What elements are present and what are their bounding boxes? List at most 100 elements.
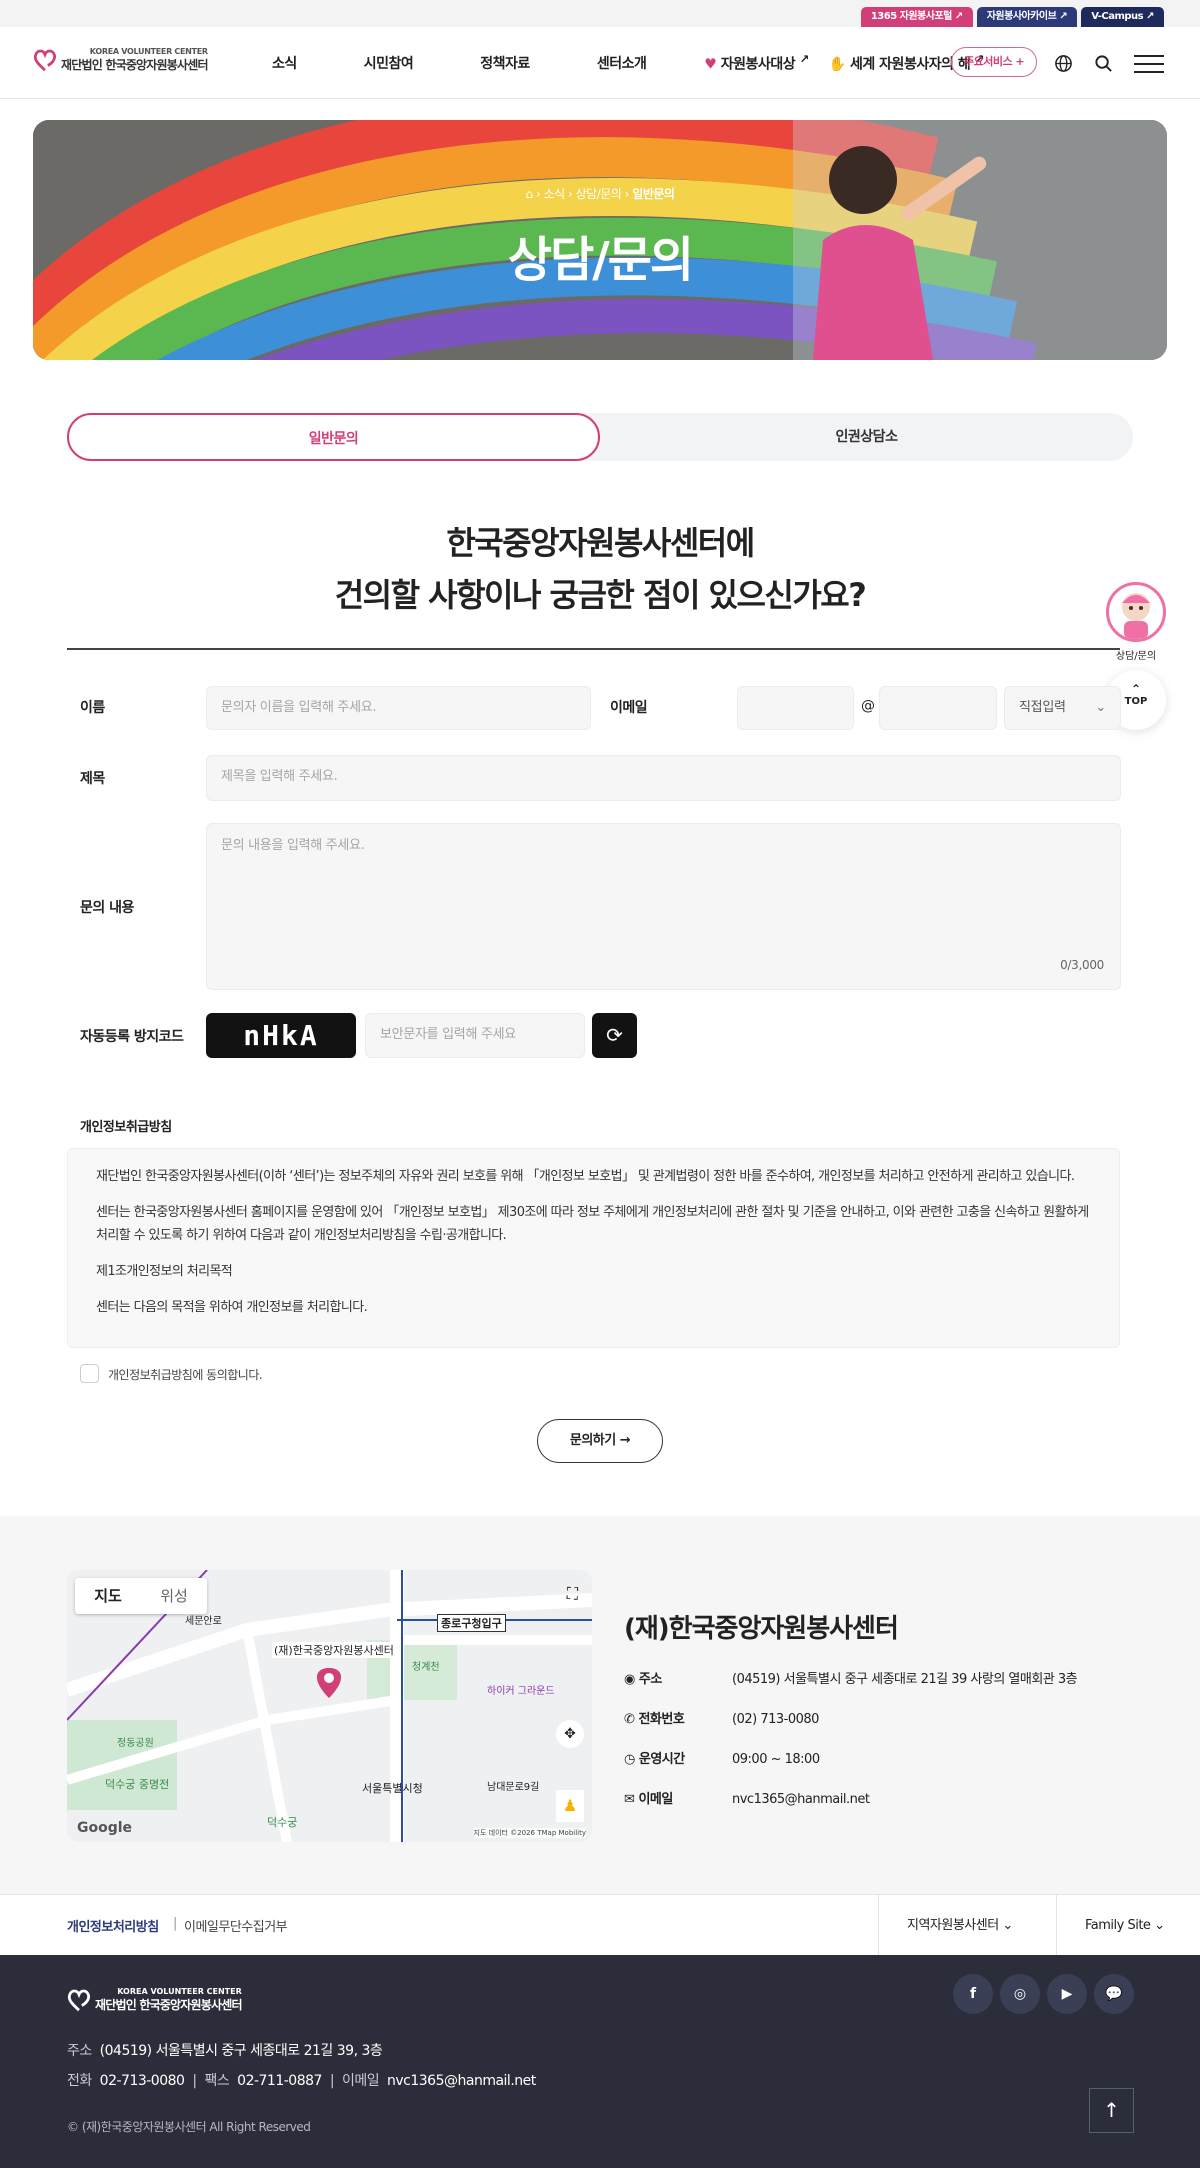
map-label: 덕수궁 중명전 xyxy=(105,1778,170,1791)
mascot-icon xyxy=(1122,593,1150,639)
email-domain-input[interactable] xyxy=(879,686,997,730)
hand-icon: ✋ xyxy=(828,56,846,73)
vcampus-link[interactable]: V-Campus ↗ xyxy=(1081,7,1164,27)
map-label: 종로구청입구 xyxy=(437,1614,506,1632)
divider: | xyxy=(173,1916,178,1931)
globe-icon[interactable] xyxy=(1054,54,1073,73)
breadcrumb: ⌂ › 소식 › 상담/문의 › 일반문의 xyxy=(525,187,675,201)
home-icon[interactable]: ⌂ xyxy=(526,187,534,201)
at-sign: @ xyxy=(861,698,875,714)
captcha-refresh-button[interactable]: ⟳ xyxy=(592,1013,637,1058)
page-headline: 한국중앙자원봉사센터에 건의할 사항이나 궁금한 점이 있으신가요? xyxy=(334,524,867,614)
map-embed[interactable]: 지도 위성 ⛶ (재)한국중앙자원봉사센터 세문안로 종로구청입구 청계천 하이… xyxy=(67,1570,592,1842)
crumb-current: 일반문의 xyxy=(632,187,675,201)
nav-news[interactable]: 소식 xyxy=(272,53,297,73)
search-icon[interactable] xyxy=(1094,54,1113,73)
chevron-down-icon: ⌄ xyxy=(1095,700,1106,715)
map-label-center: (재)한국중앙자원봉사센터 xyxy=(272,1642,396,1658)
subject-label: 제목 xyxy=(80,771,105,787)
nav-participation[interactable]: 시민참여 xyxy=(364,53,414,73)
map-tab-map[interactable]: 지도 xyxy=(75,1578,141,1614)
char-counter: 0/3,000 xyxy=(1060,958,1104,972)
nav-about[interactable]: 센터소개 xyxy=(597,53,647,73)
google-logo: Google xyxy=(77,1820,133,1836)
privacy-title: 개인정보취급방침 xyxy=(80,1120,172,1135)
map-type-toggle: 지도 위성 xyxy=(75,1578,207,1614)
info-phone: ✆ 전화번호 (02) 713-0080 xyxy=(624,1712,819,1727)
crumb-news[interactable]: 소식 xyxy=(544,187,566,201)
nav-policy[interactable]: 정책자료 xyxy=(480,53,530,73)
heart-logo-icon xyxy=(67,1989,91,2012)
footer-noemail-link[interactable]: 이메일무단수집거부 xyxy=(184,1916,288,1935)
privacy-paragraph: 재단법인 한국중앙자원봉사센터(이하 ‘센터’)는 정보주체의 자유와 권리 보… xyxy=(96,1169,1075,1184)
logo-ko: 재단법인 한국중앙자원봉사센터 xyxy=(61,58,209,72)
pegman-icon[interactable]: ♟ xyxy=(556,1790,584,1822)
nav-award[interactable]: ♥ 자원봉사대상 ↗ xyxy=(704,52,809,74)
instagram-icon[interactable]: ◎ xyxy=(1000,1974,1040,2014)
captcha-label: 자동등록 방지코드 xyxy=(80,1029,184,1045)
heart-icon: ♥ xyxy=(704,56,717,73)
name-input[interactable]: 문의자 이름을 입력해 주세요. xyxy=(206,686,591,730)
footer-links-bar: 개인정보처리방침 | 이메일무단수집거부 지역자원봉사센터 ⌄ Family S… xyxy=(0,1894,1200,1956)
footer-privacy-link[interactable]: 개인정보처리방침 xyxy=(67,1916,159,1935)
site-footer: KOREA VOLUNTEER CENTER 재단법인 한국중앙자원봉사센터 f… xyxy=(0,1955,1200,2168)
map-tab-satellite[interactable]: 위성 xyxy=(141,1578,207,1614)
family-site-select[interactable]: Family Site ⌄ xyxy=(1056,1895,1200,1956)
email-domain-select[interactable]: 직접입력 ⌄ xyxy=(1004,686,1121,730)
email-id-input[interactable] xyxy=(737,686,854,730)
map-credit: 지도 데이터 ©2026 TMap Mobility xyxy=(473,1828,586,1838)
page-title: 상담/문의 xyxy=(507,232,694,288)
info-email: ✉ 이메일 nvc1365@hanmail.net xyxy=(624,1792,870,1807)
footer-contact: 전화 02-713-0080 | 팩스 02-711-0887 | 이메일 nv… xyxy=(67,2073,536,2089)
fullscreen-icon[interactable]: ⛶ xyxy=(567,1584,578,1604)
blog-icon[interactable]: 💬 xyxy=(1094,1974,1134,2014)
email-label: 이메일 xyxy=(610,700,648,716)
privacy-agree-checkbox[interactable] xyxy=(80,1364,99,1383)
privacy-agree-label[interactable]: 개인정보취급방침에 동의합니다. xyxy=(108,1366,263,1383)
footer-logo: KOREA VOLUNTEER CENTER 재단법인 한국중앙자원봉사센터 xyxy=(67,1987,243,2013)
regional-center-select[interactable]: 지역자원봉사센터 ⌄ xyxy=(878,1895,1056,1956)
map-move-icon[interactable]: ✥ xyxy=(556,1720,584,1748)
phone-icon: ✆ xyxy=(624,1712,635,1727)
portal-1365-link[interactable]: 1365 자원봉사포털 ↗ xyxy=(860,7,973,27)
center-name: (재)한국중앙자원봉사센터 xyxy=(624,1614,899,1644)
map-label: 청계천 xyxy=(412,1662,440,1673)
consult-float-label: 상담/문의 xyxy=(1115,651,1157,662)
name-label: 이름 xyxy=(80,700,105,716)
facebook-icon[interactable]: f xyxy=(953,1974,993,2014)
privacy-paragraph: 센터는 다음의 목적을 위하여 개인정보를 처리합니다. xyxy=(96,1300,368,1315)
content-textarea[interactable]: 문의 내용을 입력해 주세요. 0/3,000 xyxy=(206,823,1121,990)
divider xyxy=(67,648,1120,650)
map-label: 세문안로 xyxy=(185,1616,222,1627)
menu-icon[interactable] xyxy=(1134,55,1164,73)
captcha-input[interactable]: 보안문자를 입력해 주세요 xyxy=(365,1013,585,1058)
logo-en: KOREA VOLUNTEER CENTER xyxy=(89,47,208,56)
privacy-paragraph: 센터는 한국중앙자원봉사센터 홈페이지를 운영함에 있어 「개인정보 보호법」 … xyxy=(96,1205,1089,1243)
chevron-down-icon: ⌄ xyxy=(1154,1918,1165,1933)
pin-icon: ◉ xyxy=(624,1672,635,1687)
main-service-button[interactable]: 주요서비스 + xyxy=(951,47,1038,77)
refresh-icon: ⟳ xyxy=(606,1023,623,1047)
tab-general-inquiry[interactable]: 일반문의 xyxy=(67,413,600,461)
info-hours: ◷ 운영시간 09:00 ~ 18:00 xyxy=(624,1752,820,1767)
site-logo[interactable]: KOREA VOLUNTEER CENTER 재단법인 한국중앙자원봉사센터 xyxy=(33,47,209,73)
map-label: 서울특별시청 xyxy=(362,1782,423,1795)
submit-inquiry-button[interactable]: 문의하기 → xyxy=(537,1419,663,1463)
site-header: KOREA VOLUNTEER CENTER 재단법인 한국중앙자원봉사센터 소… xyxy=(0,27,1200,99)
tab-human-rights[interactable]: 인권상담소 xyxy=(600,413,1133,461)
utility-bar: 1365 자원봉사포털 ↗ 자원봉사아카이브 ↗ V-Campus ↗ xyxy=(0,0,1200,27)
map-label: 정동공원 xyxy=(117,1738,154,1749)
archive-link[interactable]: 자원봉사아카이브 ↗ xyxy=(976,7,1078,27)
inquiry-tabs: 일반문의 인권상담소 xyxy=(67,413,1133,461)
footer-address: 주소 (04519) 서울특별시 중구 세종대로 21길 39, 3층 xyxy=(67,2043,383,2059)
crumb-consult[interactable]: 상담/문의 xyxy=(576,187,622,201)
privacy-policy-box[interactable]: 재단법인 한국중앙자원봉사센터(이하 ‘센터’)는 정보주체의 자유와 권리 보… xyxy=(67,1148,1120,1348)
subject-input[interactable]: 제목을 입력해 주세요. xyxy=(206,755,1121,801)
privacy-paragraph: 제1조개인정보의 처리목적 xyxy=(96,1264,233,1279)
scroll-top-button[interactable]: ↑ xyxy=(1089,2088,1134,2133)
map-label: 하이커 그라운드 xyxy=(487,1686,555,1697)
consult-float-button[interactable] xyxy=(1106,582,1166,642)
footer-copyright: © (재)한국중앙자원봉사센터 All Right Reserved xyxy=(67,2120,311,2134)
youtube-icon[interactable]: ▶ xyxy=(1047,1974,1087,2014)
captcha-image: nHkA xyxy=(206,1013,356,1058)
